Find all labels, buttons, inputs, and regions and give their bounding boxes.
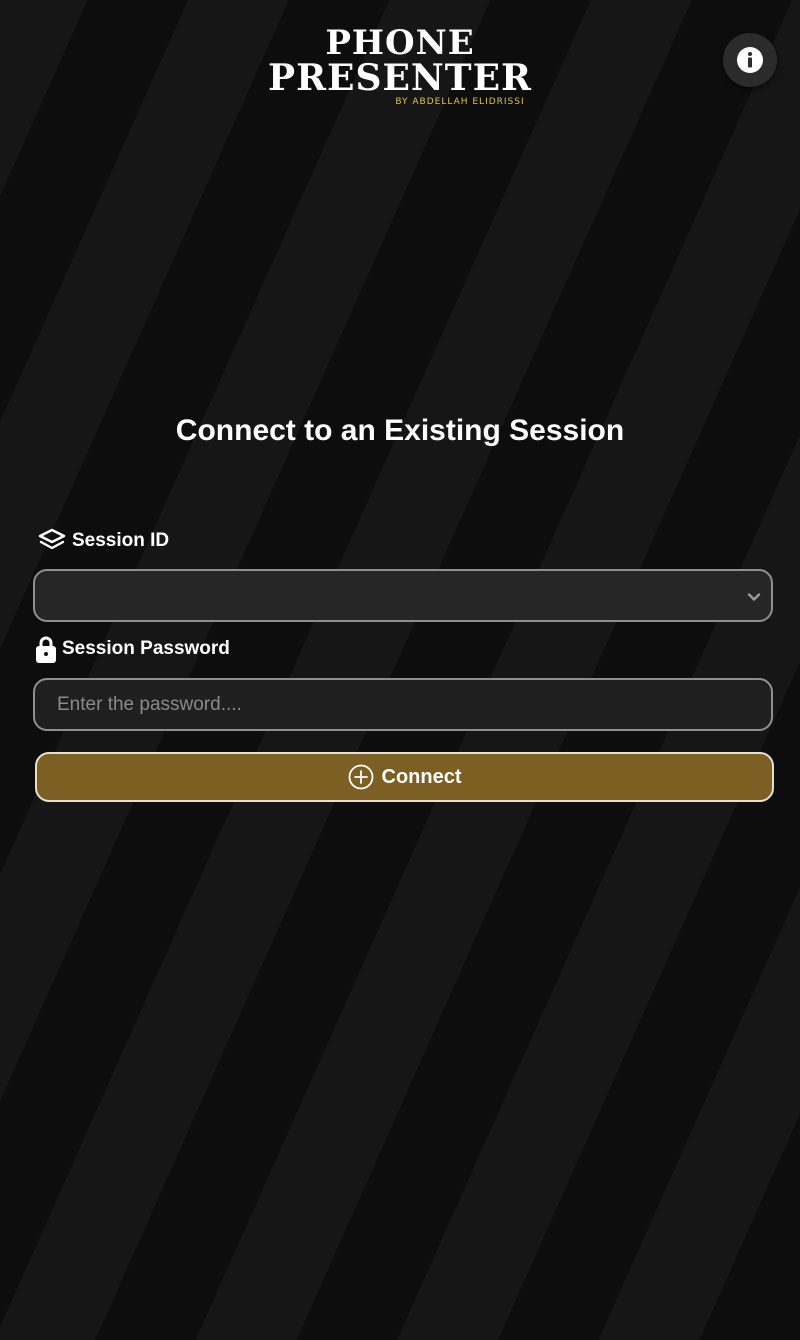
connect-button-label: Connect — [381, 765, 462, 788]
plus-circle-icon — [348, 764, 373, 790]
session-password-label-text: Session Password — [62, 638, 230, 659]
chevron-down-icon — [747, 593, 761, 601]
logo-title-line1: PHONE — [325, 23, 475, 63]
app-logo: PHONE PRESENTER BY ABDELLAH ELIDRISSI — [0, 26, 800, 107]
session-password-input[interactable] — [33, 678, 773, 731]
connect-button[interactable]: Connect — [35, 752, 774, 802]
page-title: Connect to an Existing Session — [175, 414, 625, 447]
logo-byline: BY ABDELLAH ELIDRISSI — [395, 97, 525, 107]
session-id-select[interactable] — [33, 569, 773, 622]
session-id-label-text: Session ID — [72, 530, 170, 551]
session-password-label: Session Password — [36, 635, 230, 663]
layers-icon — [38, 528, 66, 550]
logo-title-line2: PRESENTER — [268, 57, 532, 99]
info-icon — [737, 47, 763, 73]
lock-icon — [36, 636, 56, 663]
info-button[interactable] — [723, 33, 777, 87]
session-id-label: Session ID — [38, 528, 169, 554]
